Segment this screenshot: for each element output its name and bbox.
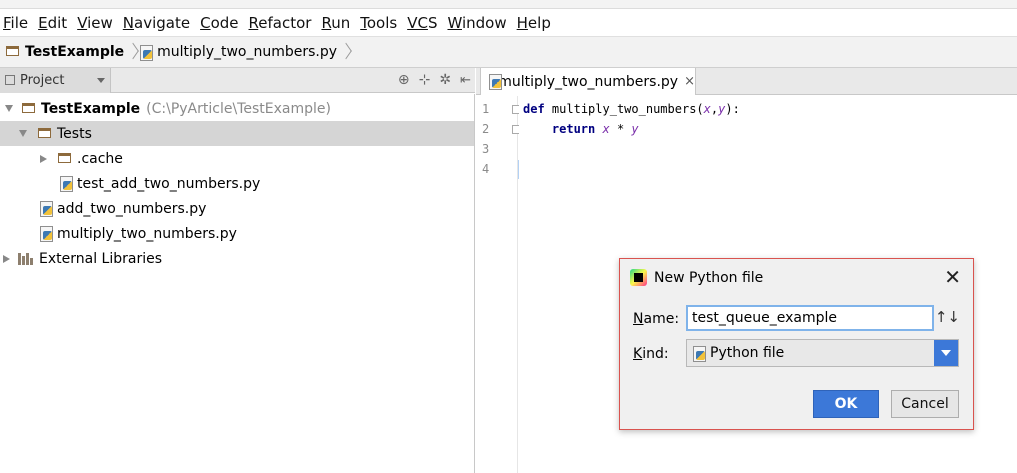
collapse-arrow-icon[interactable]: [2, 254, 10, 263]
python-file-icon: [140, 44, 154, 61]
project-view-label: Project: [20, 72, 65, 88]
sort-icon[interactable]: ↑↓: [935, 308, 960, 326]
editor-tab-bar: multiply_two_numbers.py ×: [476, 68, 1017, 95]
ok-button[interactable]: OK: [813, 390, 879, 418]
line-number: 4: [482, 162, 490, 176]
menu-refactor[interactable]: Refactor: [249, 14, 312, 32]
name-input[interactable]: [686, 305, 934, 331]
project-panel-header: Project ⊕ ⊹ ✲ ⇤: [0, 67, 475, 93]
keyword-return: return: [551, 122, 596, 136]
project-view-icon: [5, 75, 15, 85]
dialog-title: New Python file: [654, 269, 764, 286]
operator-multiply: *: [609, 122, 632, 136]
menu-file[interactable]: File: [3, 14, 28, 32]
collapse-all-icon[interactable]: ⊹: [419, 72, 431, 88]
menu-bar: File Edit View Navigate Code Refactor Ru…: [0, 9, 1017, 36]
close-icon[interactable]: ✕: [944, 265, 961, 289]
function-name: multiply_two_numbers: [551, 102, 697, 116]
kind-label: Kind:: [633, 346, 669, 362]
chevron-right-icon: [128, 43, 136, 61]
tree-item-label: multiply_two_numbers.py: [57, 225, 237, 242]
menu-edit[interactable]: Edit: [38, 14, 67, 32]
code-line-2: return x * y: [523, 122, 639, 136]
menu-vcs[interactable]: VCS: [407, 14, 437, 32]
gear-icon[interactable]: ✲: [439, 72, 451, 88]
expand-arrow-icon[interactable]: [19, 130, 27, 137]
expand-arrow-icon[interactable]: [5, 105, 13, 112]
library-icon: [18, 252, 33, 265]
menu-code[interactable]: Code: [200, 14, 238, 32]
hide-panel-icon[interactable]: ⇤: [460, 73, 471, 88]
tree-item-external-libraries[interactable]: External Libraries: [0, 246, 474, 271]
kind-value: Python file: [710, 345, 785, 361]
title-bar: [0, 0, 1017, 9]
tree-item-label: External Libraries: [39, 250, 162, 267]
menu-tools[interactable]: Tools: [360, 14, 397, 32]
line-number: 3: [482, 142, 490, 156]
new-python-file-dialog: New Python file ✕ Name: ↑↓ Kind: Python …: [619, 258, 974, 430]
scroll-from-source-icon[interactable]: ⊕: [398, 72, 410, 88]
tree-item-label: TestExample: [41, 100, 141, 117]
chevron-down-icon[interactable]: [934, 340, 958, 366]
paren-close: ):: [725, 102, 740, 116]
project-view-selector[interactable]: Project: [0, 67, 111, 93]
param-x: x: [703, 102, 711, 116]
tree-item-multiply-file[interactable]: multiply_two_numbers.py: [0, 221, 474, 246]
cancel-button[interactable]: Cancel: [891, 390, 959, 418]
breadcrumb-file[interactable]: multiply_two_numbers.py: [140, 44, 338, 61]
breadcrumb-file-label: multiply_two_numbers.py: [157, 44, 338, 60]
breadcrumb: TestExample multiply_two_numbers.py: [0, 36, 1017, 68]
tree-item-label: test_add_two_numbers.py: [77, 175, 261, 192]
python-file-icon: [489, 74, 503, 90]
keyword-def: def: [523, 102, 545, 116]
close-icon[interactable]: ×: [684, 74, 695, 89]
python-file-icon: [40, 226, 53, 242]
kind-select[interactable]: Python file: [686, 339, 959, 367]
tree-item-tests[interactable]: Tests: [0, 121, 474, 146]
line-number: 1: [482, 102, 490, 116]
chevron-down-icon: [97, 77, 105, 83]
menu-run[interactable]: Run: [321, 14, 350, 32]
tree-item-path: (C:\PyArticle\TestExample): [146, 100, 331, 117]
line-number: 2: [482, 122, 490, 136]
folder-icon: [58, 152, 71, 163]
python-file-icon: [693, 345, 706, 362]
dialog-title-bar: New Python file: [630, 269, 763, 286]
chevron-right-icon: [341, 43, 349, 61]
tree-item-label: add_two_numbers.py: [57, 200, 207, 217]
code-line-1: def multiply_two_numbers(x,y):: [523, 102, 740, 116]
breadcrumb-project[interactable]: TestExample: [6, 44, 124, 60]
menu-view[interactable]: View: [77, 14, 113, 32]
project-panel-toolbar: ⊕ ⊹ ✲ ⇤: [398, 72, 471, 88]
pycharm-icon: [630, 269, 647, 286]
collapse-arrow-icon[interactable]: [39, 154, 47, 163]
menu-window[interactable]: Window: [447, 14, 506, 32]
operand-x: x: [602, 122, 610, 136]
menu-help[interactable]: Help: [517, 14, 551, 32]
tree-item-label: .cache: [77, 150, 123, 167]
tree-item-test-file[interactable]: test_add_two_numbers.py: [0, 171, 474, 196]
folder-icon: [38, 127, 51, 138]
tab-label: multiply_two_numbers.py: [498, 73, 679, 90]
ide-window: File Edit View Navigate Code Refactor Ru…: [0, 0, 1017, 473]
operand-y: y: [631, 122, 639, 136]
project-tree: TestExample (C:\PyArticle\TestExample) T…: [0, 94, 475, 473]
folder-icon: [22, 102, 35, 113]
tree-item-cache[interactable]: .cache: [0, 146, 474, 171]
tab-multiply-two-numbers[interactable]: multiply_two_numbers.py ×: [480, 68, 696, 95]
tree-item-add-file[interactable]: add_two_numbers.py: [0, 196, 474, 221]
name-label: Name:: [633, 311, 680, 327]
python-file-icon: [60, 176, 73, 192]
editor-gutter: 1 2 3 4: [476, 96, 521, 473]
folder-icon: [6, 46, 19, 56]
tree-item-label: Tests: [57, 125, 92, 142]
breadcrumb-project-label: TestExample: [25, 44, 125, 60]
paren-open: (: [696, 102, 704, 116]
python-file-icon: [40, 201, 53, 217]
menu-navigate[interactable]: Navigate: [123, 14, 190, 32]
tree-item-root[interactable]: TestExample (C:\PyArticle\TestExample): [0, 96, 474, 121]
